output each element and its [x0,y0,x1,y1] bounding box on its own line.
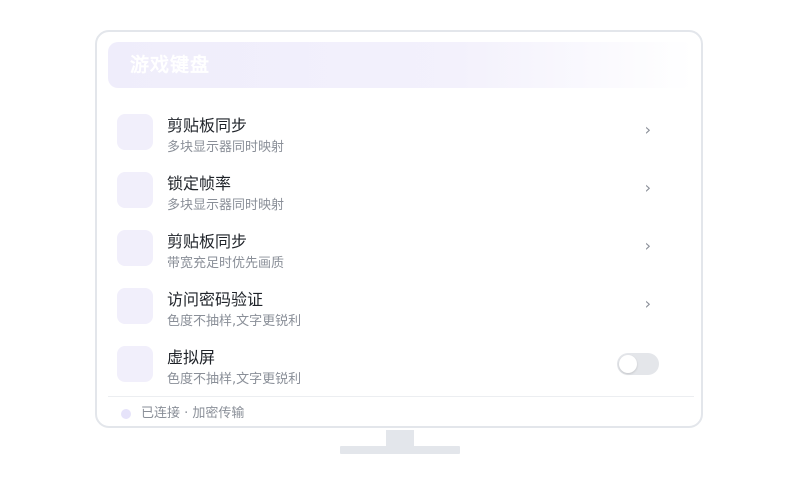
key-icon [117,288,153,324]
settings-row-password-verify[interactable]: 访问密码验证 色度不抽样,文字更锐利 › [97,278,701,336]
connection-status-text: 已连接 · 加密传输 [141,406,245,421]
monitor-stand-neck [386,430,414,446]
clipboard-icon [117,114,153,150]
chevron-right-icon: › [644,236,651,255]
row-subtitle: 色度不抽样,文字更锐利 [167,314,302,329]
row-title: 锁定帧率 [167,174,232,193]
chevron-right-icon: › [644,294,651,313]
row-title: 访问密码验证 [167,290,264,309]
connection-status-dot-icon [121,409,131,419]
row-subtitle: 带宽充足时优先画质 [167,256,285,271]
chevron-right-icon: › [644,120,651,139]
chevron-right-icon: › [644,178,651,197]
footer-divider [108,396,694,397]
settings-row-clipboard-sync[interactable]: 剪贴板同步 多块显示器同时映射 › [97,104,701,162]
row-title: 虚拟屏 [167,348,216,367]
toggle-knob [619,355,637,373]
row-subtitle: 色度不抽样,文字更锐利 [167,372,302,387]
settings-row-lock-framerate[interactable]: 锁定帧率 多块显示器同时映射 › [97,162,701,220]
row-subtitle: 多块显示器同时映射 [167,198,285,213]
row-title: 剪贴板同步 [167,232,248,251]
row-title: 剪贴板同步 [167,116,248,135]
monitor-frame: 游戏键盘 剪贴板同步 多块显示器同时映射 › 锁定帧率 多块显示器同时映射 › … [95,30,703,428]
header-title: 游戏键盘 [130,54,211,76]
header-bar: 游戏键盘 [108,42,694,88]
screen-icon [117,346,153,382]
monitor-stand-base [340,446,460,454]
settings-row-clipboard-sync-2[interactable]: 剪贴板同步 带宽充足时优先画质 › [97,220,701,278]
virtual-screen-toggle[interactable] [617,353,659,375]
lock-icon [117,172,153,208]
clipboard-icon [117,230,153,266]
row-subtitle: 多块显示器同时映射 [167,140,285,155]
settings-row-virtual-screen: 虚拟屏 色度不抽样,文字更锐利 [97,336,701,394]
